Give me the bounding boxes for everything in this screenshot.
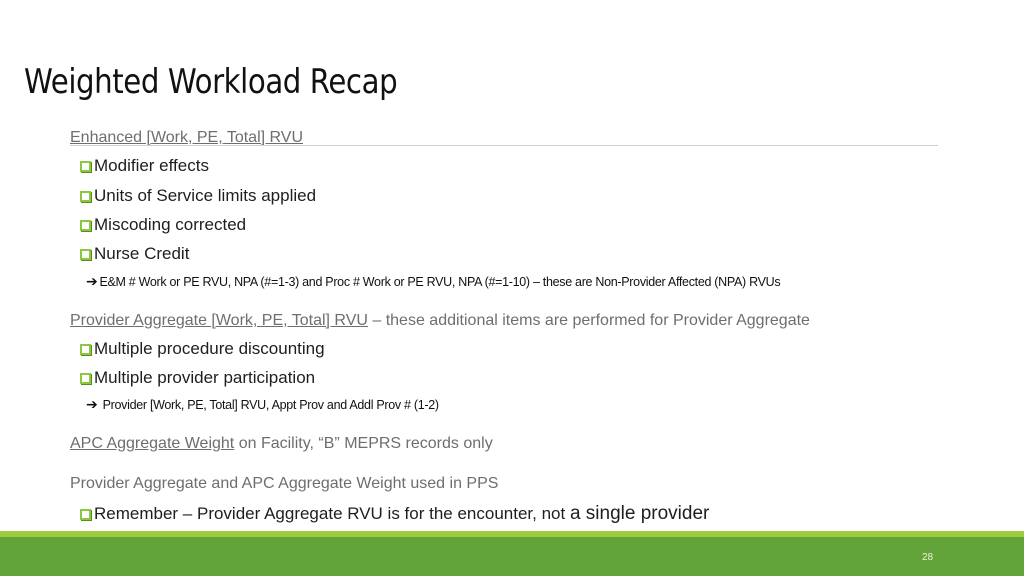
apc-heading: APC Aggregate Weight on Facility, “B” ME… [70, 435, 493, 453]
checkbox-square-icon [80, 372, 91, 384]
arrow-note-text: E&M # Work or PE RVU, NPA (#=1-3) and Pr… [99, 274, 781, 289]
enhanced-arrow-note: ➔ E&M # Work or PE RVU, NPA (#=1-3) and … [86, 273, 781, 290]
checkbox-square-icon [80, 508, 91, 520]
provider-aggregate-heading-rest: – these additional items are performed f… [367, 312, 810, 329]
right-arrow-icon: ➔ [86, 396, 98, 412]
list-item: Remember – Provider Aggregate RVU is for… [80, 503, 709, 525]
page-number: 28 [922, 552, 934, 563]
apc-heading-link: APC Aggregate Weight [70, 435, 235, 452]
provider-arrow-note: ➔ Provider [Work, PE, Total] RVU, Appt P… [86, 396, 439, 413]
checkbox-square-icon [80, 248, 91, 260]
list-item: Modifier effects [80, 156, 209, 176]
list-item-text: Miscoding corrected [94, 215, 247, 234]
list-item: Miscoding corrected [80, 215, 246, 235]
right-arrow-icon: ➔ [86, 273, 98, 289]
footer-bar [0, 537, 1024, 576]
pps-heading: Provider Aggregate and APC Aggregate Wei… [70, 475, 498, 493]
list-item-text: Nurse Credit [94, 244, 190, 263]
provider-aggregate-heading: Provider Aggregate [Work, PE, Total] RVU… [70, 312, 810, 330]
list-item-text: Modifier effects [94, 156, 209, 175]
apc-heading-rest: on Facility, “B” MEPRS records only [234, 435, 493, 452]
enhanced-heading-text: Enhanced [Work, PE, Total] RVU [70, 129, 304, 146]
list-item-text: Multiple provider participation [94, 368, 316, 387]
checkbox-square-icon [80, 160, 91, 172]
checkbox-square-icon [80, 343, 91, 355]
list-item-text: Units of Service limits applied [94, 186, 317, 205]
slide-title: Weighted Workload Recap [24, 62, 398, 102]
provider-aggregate-heading-link: Provider Aggregate [Work, PE, Total] RVU [70, 312, 368, 329]
list-item: Units of Service limits applied [80, 186, 316, 206]
list-item-emphasis: a single provider [569, 503, 710, 524]
list-item-text: Remember – Provider Aggregate RVU is for… [94, 504, 566, 523]
pps-heading-text: Provider Aggregate and APC Aggregate Wei… [70, 475, 499, 492]
list-item: Nurse Credit [80, 244, 189, 264]
list-item-text: Multiple procedure discounting [94, 339, 325, 358]
list-item: Multiple procedure discounting [80, 339, 325, 359]
checkbox-square-icon [80, 219, 91, 231]
divider-line [70, 145, 938, 146]
list-item: Multiple provider participation [80, 368, 315, 388]
checkbox-square-icon [80, 190, 91, 202]
arrow-note-text: Provider [Work, PE, Total] RVU, Appt Pro… [102, 397, 439, 412]
